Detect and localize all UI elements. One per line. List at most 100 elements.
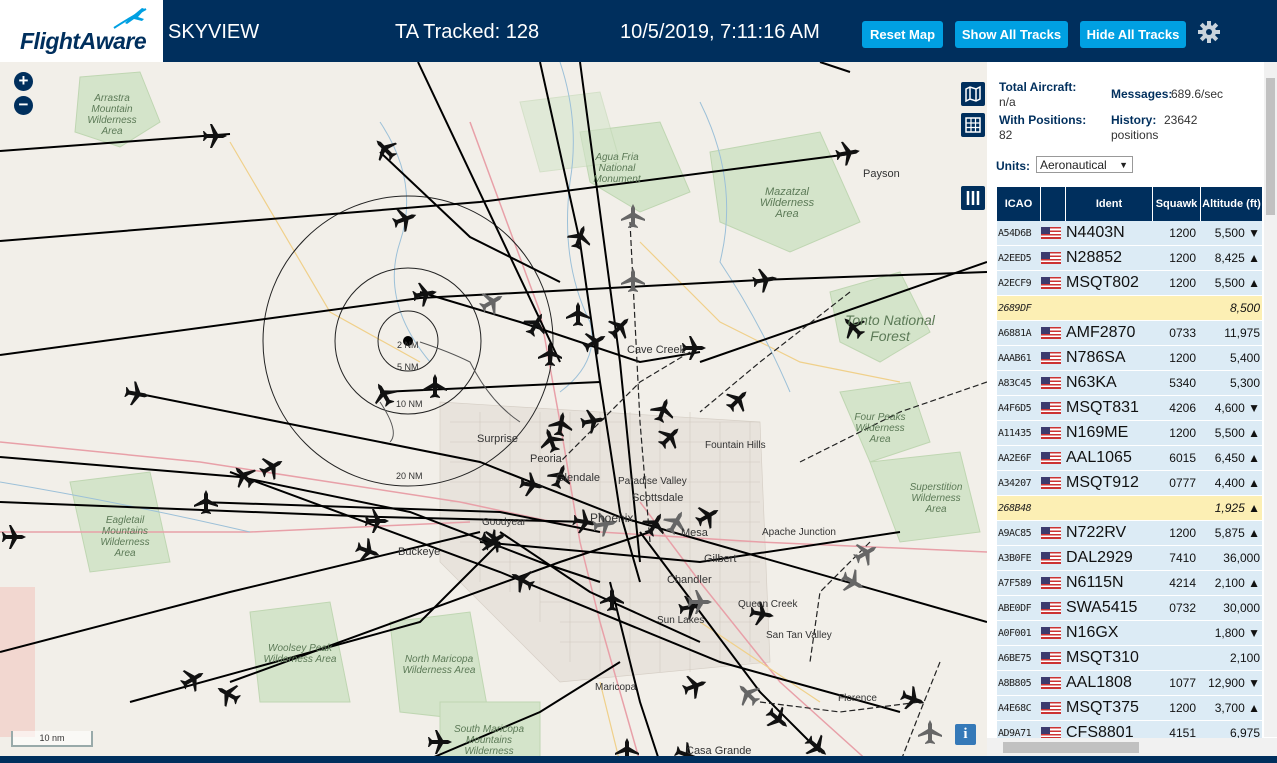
- row-ident: N63KA: [1066, 374, 1117, 391]
- city-label: Chandler: [667, 574, 712, 586]
- row-icao: A8B805: [998, 677, 1032, 689]
- row-squawk: 1200: [1169, 276, 1196, 290]
- table-row[interactable]: A2EED5 N28852 1200 8,425 ▲: [997, 246, 1262, 271]
- col-squawk-header[interactable]: Squawk: [1153, 187, 1201, 221]
- us-flag-icon: [1041, 377, 1061, 389]
- row-altitude: 30,000: [1223, 601, 1260, 615]
- map-area-label: North Maricopa Wilderness Area: [402, 654, 476, 676]
- row-icao: A34207: [998, 477, 1032, 489]
- map-area-label: Mazatzal Wilderness Area: [759, 186, 815, 220]
- zoom-in-button[interactable]: +: [14, 72, 33, 91]
- city-label: Goodyear: [482, 517, 526, 528]
- row-icao: A9AC85: [998, 527, 1032, 539]
- row-icao: A7F589: [998, 577, 1032, 589]
- us-flag-icon: [1041, 327, 1061, 339]
- row-squawk: 0733: [1169, 326, 1196, 340]
- info-button[interactable]: i: [955, 724, 976, 745]
- row-squawk: 1200: [1169, 351, 1196, 365]
- table-row[interactable]: 2689DF 8,500: [997, 296, 1262, 321]
- us-flag-icon: [1041, 402, 1061, 414]
- us-flag-icon: [1041, 227, 1061, 239]
- row-icao: A0F001: [998, 627, 1032, 639]
- table-row[interactable]: A83C45 N63KA 5340 5,300: [997, 371, 1262, 396]
- row-ident: [1066, 296, 1151, 320]
- table-row[interactable]: AA2E6F AAL1065 6015 6,450 ▲: [997, 446, 1262, 471]
- gear-icon[interactable]: [1197, 20, 1221, 44]
- row-flag: [1041, 346, 1063, 370]
- table-row[interactable]: 268B48 1,925 ▲: [997, 496, 1262, 521]
- row-ident: MSQT310: [1066, 649, 1139, 666]
- table-row[interactable]: A7F589 N6115N 4214 2,100 ▲: [997, 571, 1262, 596]
- us-flag-icon: [1041, 702, 1061, 714]
- row-icao: A54D6B: [998, 227, 1032, 239]
- table-row[interactable]: A6881A AMF2870 0733 11,975: [997, 321, 1262, 346]
- us-flag-icon: [1041, 277, 1061, 289]
- row-altitude: 5,500 ▲: [1214, 276, 1260, 290]
- grid-toggle-button[interactable]: [961, 113, 985, 137]
- units-select[interactable]: Aeronautical ▼: [1036, 156, 1133, 173]
- header-bar: FlightAware SKYVIEW TA Tracked: 128 10/5…: [0, 0, 1277, 62]
- row-squawk: [1153, 296, 1199, 320]
- table-row[interactable]: A2ECF9 MSQT802 1200 5,500 ▲: [997, 271, 1262, 296]
- row-altitude: 2,100 ▲: [1214, 576, 1260, 590]
- table-row[interactable]: A0F001 N16GX 1,800 ▼: [997, 621, 1262, 646]
- map-icon: [965, 85, 981, 103]
- city-label: Paradise Valley: [618, 476, 687, 487]
- row-flag: [1041, 496, 1063, 520]
- row-altitude: 5,500 ▼: [1214, 226, 1260, 240]
- table-row[interactable]: A3B0FE DAL2929 7410 36,000: [997, 546, 1262, 571]
- row-flag: [1041, 371, 1063, 395]
- zoom-out-button[interactable]: −: [14, 96, 33, 115]
- us-flag-icon: [1041, 352, 1061, 364]
- col-flag-header[interactable]: [1041, 187, 1066, 221]
- city-label: Florence: [838, 693, 877, 704]
- us-flag-icon: [1041, 427, 1061, 439]
- map-area-label: Arrastra Mountain Wilderness Area: [87, 93, 137, 137]
- table-row[interactable]: A11435 N169ME 1200 5,500 ▲: [997, 421, 1262, 446]
- row-ident: N16GX: [1066, 624, 1119, 641]
- row-flag: [1041, 321, 1063, 345]
- row-icao: A4E68C: [998, 702, 1032, 714]
- city-label: Phoenix: [590, 511, 634, 525]
- col-altitude-header[interactable]: Altitude (ft): [1201, 187, 1262, 221]
- show-all-tracks-button[interactable]: Show All Tracks: [955, 21, 1068, 48]
- table-row[interactable]: A4F6D5 MSQT831 4206 4,600 ▼: [997, 396, 1262, 421]
- map-area-label: Tonto National Forest: [845, 312, 935, 344]
- table-row[interactable]: A8B805 AAL1808 1077 12,900 ▼: [997, 671, 1262, 696]
- with-positions-label: With Positions:: [999, 113, 1087, 127]
- row-icao: A4F6D5: [998, 402, 1032, 414]
- table-row[interactable]: ABE0DF SWA5415 0732 30,000: [997, 596, 1262, 621]
- row-ident: N6115N: [1066, 574, 1124, 591]
- col-icao-header[interactable]: ICAO: [997, 187, 1041, 221]
- table-row[interactable]: A4E68C MSQT375 1200 3,700 ▲: [997, 696, 1262, 721]
- map-canvas[interactable]: [0, 62, 987, 763]
- reset-map-button[interactable]: Reset Map: [862, 21, 943, 48]
- horizontal-scroll-thumb[interactable]: [1003, 742, 1139, 753]
- table-row[interactable]: A34207 MSQT912 0777 4,400 ▲: [997, 471, 1262, 496]
- columns-icon: [966, 191, 980, 205]
- table-row[interactable]: A6BE75 MSQT310 2,100: [997, 646, 1262, 671]
- table-row[interactable]: AAAB61 N786SA 1200 5,400: [997, 346, 1262, 371]
- row-altitude: 1,925 ▲: [1214, 501, 1260, 515]
- table-row[interactable]: A54D6B N4403N 1200 5,500 ▼: [997, 221, 1262, 246]
- row-ident: N169ME: [1066, 424, 1129, 441]
- row-squawk: 1200: [1169, 251, 1196, 265]
- messages-label: Messages:: [1111, 87, 1173, 101]
- map-view[interactable]: Arrastra Mountain Wilderness Area Agua F…: [0, 62, 987, 763]
- total-aircraft-label: Total Aircraft:: [999, 80, 1077, 94]
- us-flag-icon: [1041, 577, 1061, 589]
- row-squawk: 7410: [1169, 551, 1196, 565]
- row-flag: [1041, 471, 1063, 495]
- col-ident-header[interactable]: Ident: [1066, 187, 1153, 221]
- current-datetime: 10/5/2019, 7:11:16 AM: [620, 21, 820, 43]
- map-layers-button[interactable]: [961, 82, 985, 106]
- table-row[interactable]: A9AC85 N722RV 1200 5,875 ▲: [997, 521, 1262, 546]
- row-ident: AAL1808: [1066, 674, 1132, 691]
- flightaware-logo[interactable]: FlightAware: [0, 0, 163, 62]
- city-label: Queen Creek: [738, 599, 798, 610]
- vertical-scroll-thumb[interactable]: [1266, 78, 1275, 215]
- hide-all-tracks-button[interactable]: Hide All Tracks: [1080, 21, 1186, 48]
- columns-toggle-button[interactable]: [961, 186, 985, 210]
- row-ident: MSQT831: [1066, 399, 1139, 416]
- row-ident: SWA5415: [1066, 599, 1138, 616]
